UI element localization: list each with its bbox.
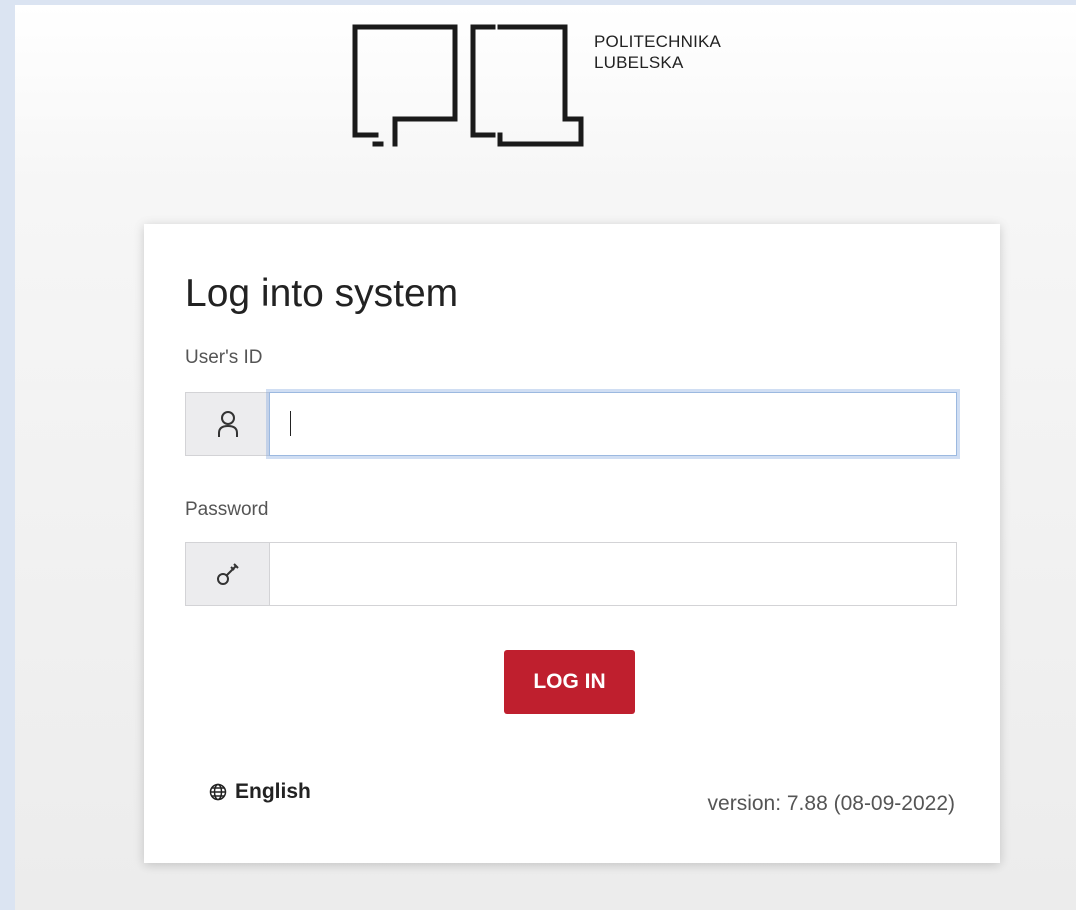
user-id-group bbox=[185, 392, 957, 456]
user-id-addon bbox=[185, 392, 269, 456]
logo-text: POLITECHNIKA LUBELSKA bbox=[594, 31, 721, 73]
login-card: Log into system User's ID Password LOG I… bbox=[144, 224, 1000, 863]
version-text: version: 7.88 (08-09-2022) bbox=[707, 792, 955, 815]
university-logo: POLITECHNIKA LUBELSKA bbox=[350, 22, 790, 152]
key-icon bbox=[216, 563, 239, 585]
language-selector[interactable]: English bbox=[209, 780, 311, 804]
login-page: POLITECHNIKA LUBELSKA Log into system Us… bbox=[15, 5, 1076, 910]
user-id-input[interactable] bbox=[269, 392, 957, 456]
password-group bbox=[185, 542, 957, 606]
password-addon bbox=[185, 542, 269, 606]
logo-line-1: POLITECHNIKA bbox=[594, 32, 722, 51]
user-id-label: User's ID bbox=[185, 347, 263, 368]
window-frame-left bbox=[0, 0, 15, 910]
logo-line-2: LUBELSKA bbox=[594, 53, 684, 72]
login-button[interactable]: LOG IN bbox=[504, 650, 635, 714]
globe-icon bbox=[209, 783, 227, 801]
pl-logo-mark-icon bbox=[352, 24, 584, 147]
page-title: Log into system bbox=[185, 272, 459, 315]
user-icon bbox=[217, 411, 238, 437]
password-input[interactable] bbox=[269, 542, 957, 606]
password-label: Password bbox=[185, 499, 269, 520]
language-label: English bbox=[235, 780, 311, 803]
text-cursor bbox=[290, 411, 291, 436]
